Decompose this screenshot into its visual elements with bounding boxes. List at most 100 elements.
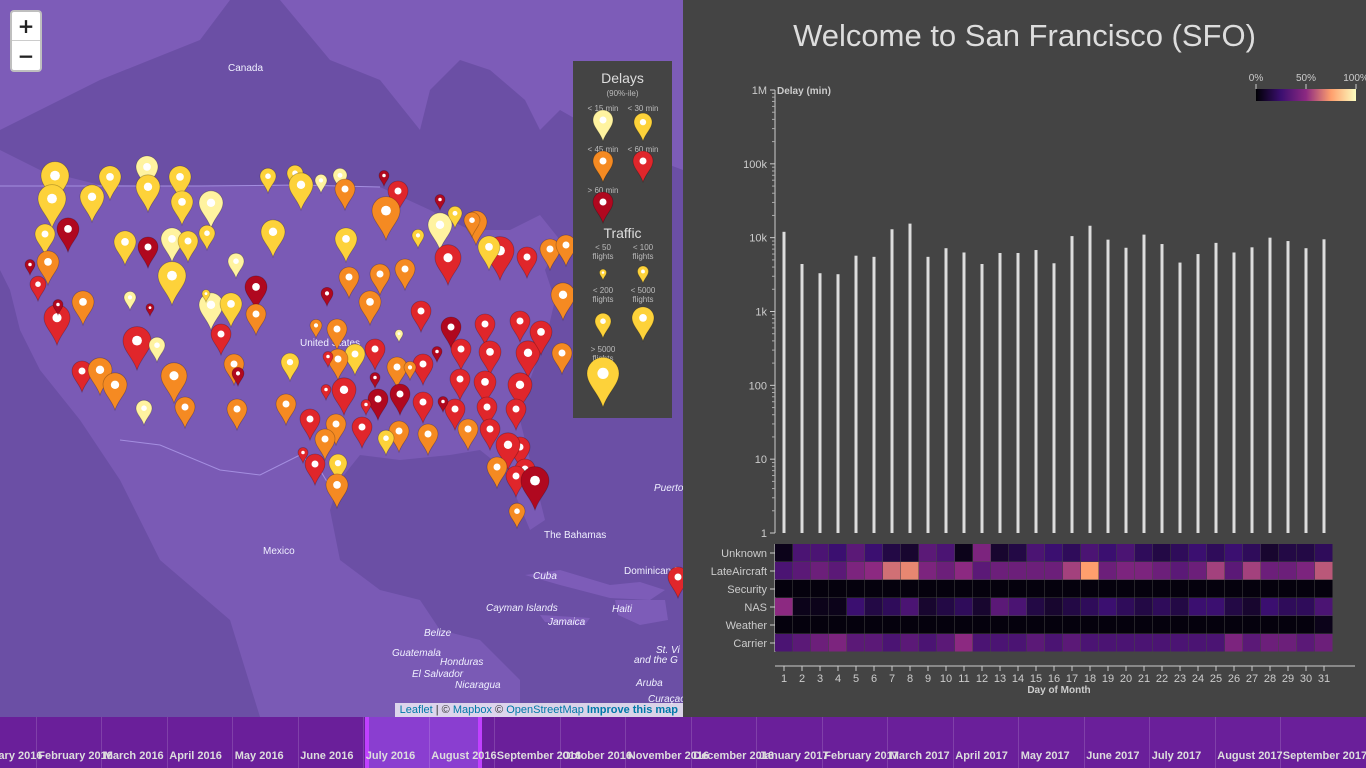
- airport-marker[interactable]: [358, 290, 382, 327]
- airport-marker[interactable]: [457, 418, 479, 452]
- airport-marker[interactable]: [486, 456, 508, 490]
- airport-marker[interactable]: [288, 172, 314, 212]
- airport-marker[interactable]: [378, 170, 390, 188]
- airport-marker[interactable]: [334, 227, 358, 264]
- osm-link[interactable]: OpenStreetMap: [506, 704, 584, 716]
- airport-marker[interactable]: [148, 336, 166, 364]
- airport-marker[interactable]: [449, 368, 471, 402]
- airport-marker[interactable]: [412, 391, 434, 425]
- timeline-month-label[interactable]: October 2016: [562, 750, 632, 762]
- airport-marker[interactable]: [226, 398, 248, 432]
- airport-marker[interactable]: [364, 338, 386, 372]
- airport-marker[interactable]: [377, 429, 395, 457]
- airport-marker[interactable]: [275, 393, 297, 427]
- airport-marker[interactable]: [260, 219, 286, 259]
- airport-marker[interactable]: [325, 473, 349, 510]
- airport-marker[interactable]: [434, 194, 446, 212]
- airport-marker[interactable]: [102, 372, 128, 412]
- airport-marker[interactable]: [320, 287, 334, 308]
- airport-marker[interactable]: [157, 261, 187, 307]
- airport-marker[interactable]: [198, 190, 224, 230]
- airport-marker[interactable]: [29, 275, 47, 303]
- airport-marker[interactable]: [450, 338, 472, 372]
- timeline-month-label[interactable]: July 2016: [366, 750, 416, 762]
- airport-marker[interactable]: [304, 453, 326, 487]
- airport-marker[interactable]: [280, 352, 300, 383]
- airport-marker[interactable]: [386, 356, 408, 390]
- airport-marker[interactable]: [516, 246, 538, 280]
- timeline-month-label[interactable]: August 2017: [1217, 750, 1282, 762]
- airport-marker[interactable]: [135, 174, 161, 214]
- timeline-month-label[interactable]: April 2016: [169, 750, 222, 762]
- airport-marker[interactable]: [667, 566, 683, 600]
- airport-marker[interactable]: [135, 399, 153, 427]
- airport-marker[interactable]: [34, 223, 56, 257]
- airport-marker[interactable]: [550, 282, 576, 322]
- airport-marker[interactable]: [334, 178, 356, 212]
- airport-marker[interactable]: [371, 196, 401, 242]
- airport-marker[interactable]: [170, 190, 194, 227]
- airport-marker[interactable]: [431, 346, 443, 364]
- timeline-month-label[interactable]: May 2017: [1021, 750, 1070, 762]
- timeline-month-label[interactable]: January 2017: [759, 750, 829, 762]
- timeline-month-label[interactable]: April 2017: [955, 750, 1008, 762]
- airport-marker[interactable]: [309, 319, 323, 340]
- airport-marker[interactable]: [394, 258, 416, 292]
- airport-marker[interactable]: [145, 303, 155, 318]
- airport-marker[interactable]: [326, 318, 348, 352]
- timeline-month-label[interactable]: March 2016: [104, 750, 164, 762]
- airport-marker[interactable]: [24, 259, 36, 277]
- airport-marker[interactable]: [394, 329, 404, 344]
- airport-marker[interactable]: [219, 292, 243, 329]
- zoom-in-button[interactable]: +: [12, 12, 40, 41]
- airport-marker[interactable]: [417, 423, 439, 457]
- airport-marker[interactable]: [320, 384, 332, 402]
- airport-marker[interactable]: [360, 399, 372, 417]
- airport-marker[interactable]: [551, 342, 573, 376]
- airport-marker[interactable]: [474, 313, 496, 347]
- airport-marker[interactable]: [122, 326, 152, 372]
- airport-marker[interactable]: [71, 290, 95, 327]
- timeline-month-label[interactable]: May 2016: [235, 750, 284, 762]
- airport-marker[interactable]: [259, 167, 277, 195]
- timeline-month-label[interactable]: March 2017: [890, 750, 950, 762]
- airport-marker[interactable]: [123, 291, 137, 312]
- airport-marker[interactable]: [351, 416, 373, 450]
- airport-marker[interactable]: [331, 377, 357, 417]
- airport-marker[interactable]: [403, 361, 417, 382]
- airport-marker[interactable]: [245, 303, 267, 337]
- airport-marker[interactable]: [137, 236, 159, 270]
- airport-marker[interactable]: [113, 230, 137, 267]
- improve-map-link[interactable]: Improve this map: [587, 704, 678, 716]
- airport-marker[interactable]: [389, 383, 411, 417]
- airport-marker[interactable]: [79, 184, 105, 224]
- airport-marker[interactable]: [478, 340, 502, 377]
- airport-marker[interactable]: [509, 310, 531, 344]
- zoom-out-button[interactable]: −: [12, 41, 40, 70]
- timeline-month-label[interactable]: June 2016: [300, 750, 353, 762]
- airport-marker[interactable]: [505, 398, 527, 432]
- airport-marker[interactable]: [210, 323, 232, 357]
- airport-marker[interactable]: [177, 230, 199, 264]
- airport-marker[interactable]: [338, 266, 360, 300]
- timeline-month-label[interactable]: June 2017: [1086, 750, 1139, 762]
- month-timeline[interactable]: January 2016February 2016March 2016April…: [0, 717, 1366, 768]
- timeline-month-label[interactable]: July 2017: [1152, 750, 1202, 762]
- airport-marker[interactable]: [411, 229, 425, 250]
- mapbox-link[interactable]: Mapbox: [453, 704, 492, 716]
- airport-marker[interactable]: [410, 300, 432, 334]
- airport-marker[interactable]: [198, 224, 216, 252]
- airport-marker[interactable]: [369, 263, 391, 297]
- airport-marker[interactable]: [520, 466, 550, 512]
- airport-map[interactable]: Canada United States Mexico The Bahamas Cuba…: [0, 0, 683, 717]
- airport-marker[interactable]: [434, 244, 462, 287]
- airport-marker[interactable]: [174, 396, 196, 430]
- airport-marker[interactable]: [56, 217, 80, 254]
- timeline-month-label[interactable]: September 2017: [1283, 750, 1366, 762]
- airport-marker[interactable]: [369, 372, 381, 390]
- leaflet-link[interactable]: Leaflet: [400, 704, 433, 716]
- airport-marker[interactable]: [314, 174, 328, 195]
- airport-marker[interactable]: [508, 502, 526, 530]
- airport-marker[interactable]: [227, 252, 245, 280]
- timeline-month-label[interactable]: August 2016: [431, 750, 496, 762]
